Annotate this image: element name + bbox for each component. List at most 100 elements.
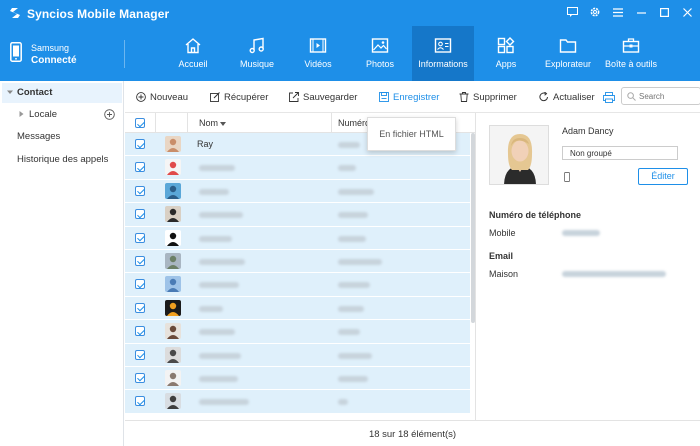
email-redacted xyxy=(562,271,666,277)
contact-avatar xyxy=(165,206,181,223)
row-checkbox[interactable] xyxy=(135,139,145,149)
row-checkbox[interactable] xyxy=(135,232,145,243)
table-row[interactable] xyxy=(125,296,470,321)
nav-item-photos[interactable]: Photos xyxy=(353,26,407,81)
contact-name-redacted xyxy=(199,329,235,336)
edit-button-label: Éditer xyxy=(651,171,675,181)
sort-down-icon[interactable] xyxy=(220,122,226,126)
recover-button[interactable]: Récupérer xyxy=(210,90,268,104)
sidebar-item-contact[interactable]: Contact xyxy=(2,83,122,103)
refresh-button[interactable]: Actualiser xyxy=(539,90,595,104)
phone-number-redacted xyxy=(562,230,600,236)
column-header-number[interactable]: Numéro xyxy=(338,118,370,128)
table-row[interactable] xyxy=(125,366,470,391)
column-header-name[interactable]: Nom xyxy=(199,118,218,128)
sidebar-item-call-history[interactable]: Historique des appels xyxy=(17,154,108,165)
contact-avatar xyxy=(165,369,181,386)
group-select[interactable]: Non groupé xyxy=(562,146,678,160)
apps-icon xyxy=(497,37,515,54)
row-checkbox[interactable] xyxy=(135,372,145,383)
gear-icon[interactable] xyxy=(588,5,602,19)
contact-avatar xyxy=(165,346,181,363)
contact-number-redacted xyxy=(338,399,348,406)
contact-number-redacted xyxy=(338,258,382,265)
search-input[interactable] xyxy=(639,90,697,102)
contact-name-redacted xyxy=(199,165,235,172)
contact-number-redacted xyxy=(338,329,360,336)
contact-name-redacted xyxy=(199,399,249,406)
row-checkbox[interactable] xyxy=(135,162,145,173)
column-divider xyxy=(155,113,156,133)
maximize-icon[interactable] xyxy=(657,5,671,19)
contact-name-redacted xyxy=(199,188,229,195)
row-checkbox[interactable] xyxy=(135,255,145,266)
table-row[interactable] xyxy=(125,226,470,250)
nav-item-informations[interactable]: Informations xyxy=(412,26,474,81)
table-row[interactable] xyxy=(125,273,470,297)
title-bar: Syncios Mobile Manager xyxy=(0,0,700,26)
tooltip-text: En fichier HTML xyxy=(379,129,444,139)
contact-photo xyxy=(489,125,549,185)
sidebar-item-locale[interactable]: Locale xyxy=(0,106,124,124)
table-row[interactable] xyxy=(125,390,470,414)
contact-number-redacted xyxy=(338,188,374,195)
plus-circle-icon xyxy=(136,92,146,102)
save-html-tooltip[interactable]: En fichier HTML xyxy=(367,117,456,151)
contact-number-redacted xyxy=(338,142,360,148)
table-row[interactable] xyxy=(125,179,470,204)
contact-avatar xyxy=(165,252,181,269)
row-checkbox[interactable] xyxy=(135,279,145,290)
nav-label: Vidéos xyxy=(304,59,332,69)
nav-item-accueil[interactable]: Accueil xyxy=(166,26,220,81)
nav-item-videos[interactable]: Vidéos xyxy=(291,26,345,81)
column-divider xyxy=(331,113,332,133)
table-body: Ray xyxy=(125,133,470,414)
photo-icon xyxy=(371,38,389,53)
row-checkbox[interactable] xyxy=(135,209,145,220)
row-checkbox[interactable] xyxy=(135,396,145,407)
row-checkbox[interactable] xyxy=(135,326,145,337)
device-name: Samsung xyxy=(31,43,70,53)
trash-icon xyxy=(459,92,469,102)
minimize-icon[interactable] xyxy=(634,5,648,19)
contact-detail-panel: Adam Dancy Non groupé Éditer Numéro de t… xyxy=(475,113,700,420)
table-row[interactable] xyxy=(125,249,470,274)
sidebar-label: Locale xyxy=(29,109,57,120)
add-circle-icon[interactable] xyxy=(104,109,115,120)
new-button[interactable]: Nouveau xyxy=(136,90,188,104)
row-checkbox[interactable] xyxy=(135,185,145,196)
menu-icon[interactable] xyxy=(611,5,625,19)
contact-name-redacted xyxy=(199,282,239,289)
nav-item-musique[interactable]: Musique xyxy=(230,26,284,81)
contact-avatar xyxy=(165,159,181,176)
nav-divider xyxy=(124,40,125,68)
contact-name: Adam Dancy xyxy=(562,126,614,136)
nav-item-explorateur[interactable]: Explorateur xyxy=(541,26,595,81)
nav-item-boite-a-outils[interactable]: Boîte à outils xyxy=(603,26,659,81)
table-row[interactable] xyxy=(125,320,470,344)
print-icon[interactable] xyxy=(603,92,615,103)
row-checkbox[interactable] xyxy=(135,349,145,360)
delete-button[interactable]: Supprimer xyxy=(459,90,517,104)
sidebar-item-messages[interactable]: Messages xyxy=(17,131,60,142)
row-checkbox[interactable] xyxy=(135,302,145,313)
edit-button[interactable]: Éditer xyxy=(638,168,688,185)
backup-button-label: Sauvegarder xyxy=(303,91,358,103)
save-button[interactable]: Enregistrer xyxy=(379,90,439,104)
table-row[interactable] xyxy=(125,156,470,180)
search-box[interactable] xyxy=(621,87,700,105)
backup-button[interactable]: Sauvegarder xyxy=(289,90,357,104)
feedback-icon[interactable] xyxy=(565,5,579,19)
contact-avatar xyxy=(165,136,181,152)
contact-number-redacted xyxy=(338,235,366,242)
save-button-label: Enregistrer xyxy=(393,91,440,103)
contact-name-cell: Ray xyxy=(197,139,214,149)
table-row[interactable] xyxy=(125,203,470,227)
nav-item-apps[interactable]: Apps xyxy=(479,26,533,81)
contact-avatar xyxy=(165,229,181,246)
close-icon[interactable] xyxy=(680,5,694,19)
contact-avatar xyxy=(165,299,181,316)
table-row[interactable] xyxy=(125,343,470,367)
contact-name-redacted xyxy=(199,212,243,219)
select-all-checkbox[interactable] xyxy=(135,118,145,128)
